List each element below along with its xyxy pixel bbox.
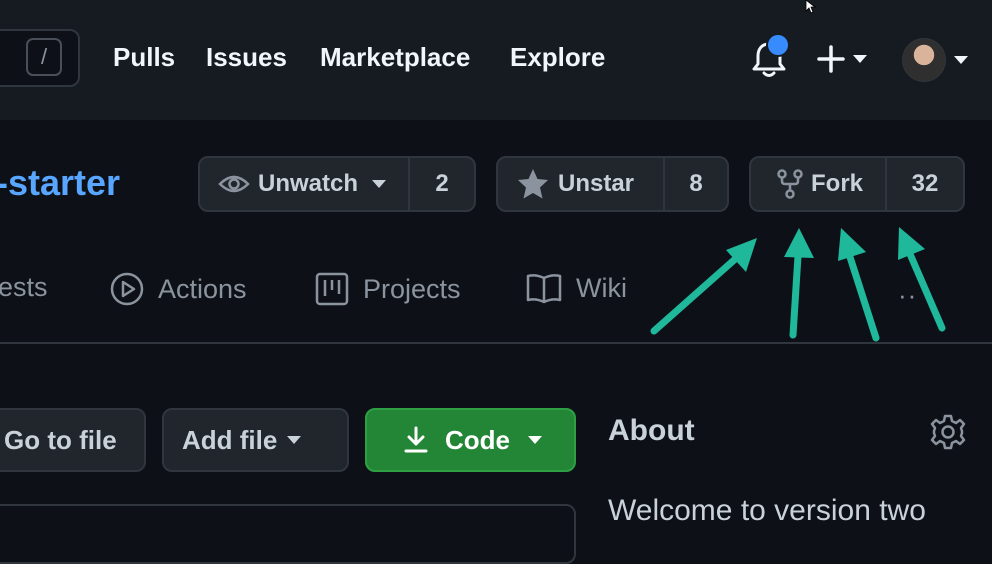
nav-marketplace[interactable]: Marketplace	[320, 42, 470, 73]
mouse-pointer-icon	[805, 0, 817, 14]
chevron-down-icon	[372, 180, 387, 188]
chevron-down-icon	[954, 56, 968, 64]
code-button[interactable]: Code	[365, 408, 576, 472]
chevron-down-icon	[853, 55, 867, 63]
project-icon	[315, 272, 349, 306]
fork-button[interactable]: Fork	[751, 158, 887, 210]
go-to-file-label: Go to file	[4, 424, 117, 455]
tab-label: Projects	[363, 273, 461, 304]
unstar-label: Unstar	[558, 170, 635, 197]
nav-explore[interactable]: Explore	[510, 42, 605, 73]
annotation-arrow	[789, 252, 802, 339]
tab-projects[interactable]: Projects	[315, 272, 461, 306]
watchers-count[interactable]: 2	[410, 158, 474, 210]
about-heading: About	[608, 414, 695, 447]
tab-pull-requests[interactable]: ests	[0, 272, 48, 303]
stars-count[interactable]: 8	[665, 158, 727, 210]
tab-actions[interactable]: Actions	[110, 272, 247, 306]
add-file-button[interactable]: Add file	[162, 408, 349, 472]
play-icon	[110, 272, 144, 306]
annotation-arrow	[846, 253, 880, 342]
tab-label: ests	[0, 272, 48, 302]
annotation-arrowhead	[838, 228, 866, 261]
star-icon	[518, 169, 548, 199]
create-new-menu[interactable]	[817, 42, 873, 76]
user-menu[interactable]	[902, 38, 972, 82]
repo-name[interactable]: -starter	[0, 162, 120, 204]
eye-icon	[218, 175, 250, 193]
go-to-file-button[interactable]: Go to file	[0, 408, 146, 472]
add-file-label: Add file	[182, 424, 278, 455]
annotation-arrow	[650, 249, 746, 335]
chevron-down-icon	[528, 436, 542, 444]
nav-pulls[interactable]: Pulls	[113, 42, 175, 73]
annotation-arrowhead	[898, 227, 925, 260]
watch-button-group: Unwatch 2	[198, 156, 476, 212]
nav-issues[interactable]: Issues	[206, 42, 287, 73]
gear-icon[interactable]	[930, 414, 966, 450]
forks-count[interactable]: 32	[887, 158, 963, 210]
chevron-down-icon	[287, 436, 302, 444]
book-icon	[526, 274, 562, 304]
fork-button-group: Fork 32	[749, 156, 965, 212]
unwatch-label: Unwatch	[258, 170, 359, 197]
annotation-arrowhead	[726, 238, 757, 272]
annotation-arrowhead	[784, 228, 814, 258]
star-button-group: Unstar 8	[496, 156, 729, 212]
about-description: Welcome to version two	[608, 494, 926, 527]
plus-icon	[817, 45, 845, 73]
tab-label: Wiki	[576, 272, 627, 303]
tab-label: Actions	[158, 273, 247, 304]
more-tabs-button[interactable]: ··	[898, 280, 917, 311]
code-label: Code	[445, 424, 510, 455]
download-icon	[404, 426, 428, 453]
tab-wiki[interactable]: Wiki	[526, 272, 627, 304]
tabs-divider	[0, 342, 992, 344]
top-header: / Pulls Issues Marketplace Explore	[0, 0, 992, 120]
search-shortcut-key: /	[26, 38, 62, 76]
fork-label: Fork	[811, 170, 864, 197]
unstar-button[interactable]: Unstar	[498, 158, 665, 210]
file-list-panel	[0, 504, 576, 564]
unwatch-button[interactable]: Unwatch	[200, 158, 410, 210]
avatar	[902, 38, 946, 82]
notification-dot	[766, 33, 790, 57]
fork-icon	[777, 169, 803, 199]
